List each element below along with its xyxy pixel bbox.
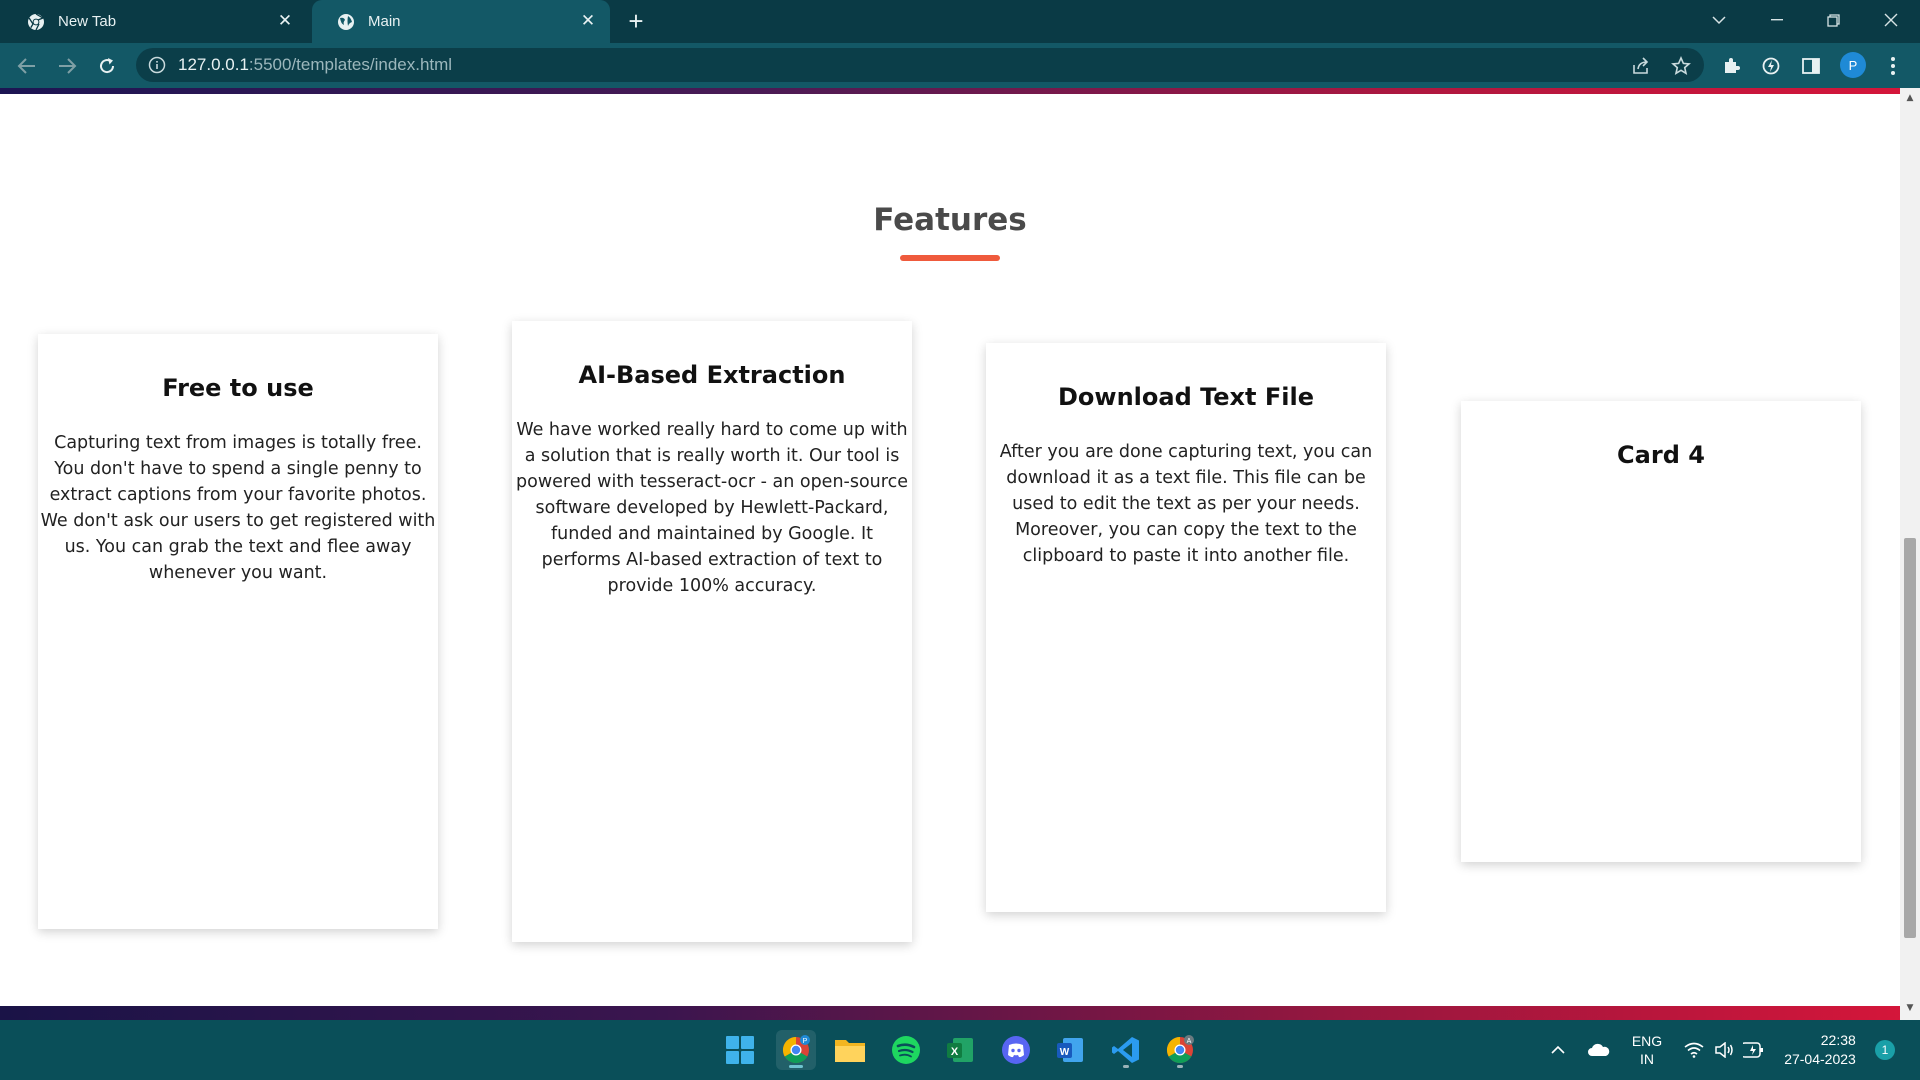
chrome-alt-profile-icon[interactable]: A	[1160, 1030, 1200, 1070]
show-hidden-icons-chevron-icon[interactable]	[1544, 1020, 1572, 1080]
clock-time: 22:38	[1820, 1032, 1856, 1048]
performance-icon[interactable]	[1758, 53, 1784, 79]
feature-card-1: Free to use Capturing text from images i…	[38, 334, 438, 929]
reload-icon[interactable]	[94, 53, 120, 79]
clock[interactable]: 22:38 27-04-2023	[1776, 1020, 1864, 1080]
card-text: After you are done capturing text, you c…	[999, 442, 1373, 566]
card-title: AI-Based Extraction	[578, 361, 846, 389]
card-title: Free to use	[162, 374, 314, 402]
feature-card-3: Download Text File After you are done ca…	[986, 343, 1386, 912]
more-menu-icon[interactable]	[1880, 53, 1906, 79]
site-info-icon[interactable]	[148, 56, 166, 74]
word-icon[interactable]: W	[1050, 1030, 1090, 1070]
chrome-icon	[26, 12, 46, 32]
share-icon[interactable]	[1630, 55, 1652, 77]
region-code: IN	[1640, 1051, 1654, 1067]
address-bar[interactable]: 127.0.0.1:5500/templates/index.html	[136, 48, 1704, 82]
svg-text:P: P	[803, 1038, 808, 1045]
windows-start-icon[interactable]	[720, 1030, 760, 1070]
clock-date: 27-04-2023	[1784, 1051, 1856, 1067]
feature-card-2: AI-Based Extraction We have worked reall…	[512, 321, 912, 942]
gradient-bar-bottom	[0, 1006, 1900, 1020]
browser-toolbar: 127.0.0.1:5500/templates/index.html P	[0, 43, 1920, 88]
tab-new-tab[interactable]: New Tab ✕	[2, 0, 307, 43]
battery-charging-icon[interactable]	[1740, 1020, 1768, 1080]
scroll-down-arrow-icon[interactable]: ▼	[1904, 1002, 1916, 1014]
page-scrollbar[interactable]: ▲ ▼	[1900, 88, 1920, 1020]
svg-text:W: W	[1060, 1047, 1070, 1058]
browser-tabstrip: New Tab ✕ Main ✕ +	[0, 0, 1920, 43]
running-app-indicator	[1177, 1065, 1183, 1068]
card-title: Card 4	[1617, 441, 1705, 469]
bookmark-star-icon[interactable]	[1670, 55, 1692, 77]
chrome-icon[interactable]: P	[776, 1030, 816, 1070]
windows-taskbar: P X W A ENG IN 22:38 27-04-2023	[0, 1020, 1920, 1080]
language-code: ENG	[1631, 1033, 1663, 1049]
feature-card-4: Card 4	[1461, 401, 1861, 862]
running-app-indicator	[1123, 1065, 1129, 1068]
vscode-icon[interactable]	[1106, 1030, 1146, 1070]
discord-icon[interactable]	[996, 1030, 1036, 1070]
notification-badge[interactable]: 1	[1875, 1040, 1895, 1060]
minimize-window-button[interactable]	[1752, 0, 1802, 40]
card-text: We have worked really hard to come up wi…	[516, 420, 908, 596]
excel-icon[interactable]: X	[940, 1030, 980, 1070]
card-text: Capturing text from images is totally fr…	[40, 433, 436, 583]
new-tab-button[interactable]: +	[622, 8, 650, 36]
close-window-button[interactable]	[1866, 0, 1916, 40]
url-host: 127.0.0.1	[178, 55, 249, 74]
spotify-icon[interactable]	[886, 1030, 926, 1070]
tab-title: Main	[368, 13, 401, 30]
svg-text:X: X	[951, 1046, 959, 1058]
extensions-puzzle-icon[interactable]	[1718, 53, 1744, 79]
profile-avatar[interactable]: P	[1840, 52, 1866, 78]
restore-window-button[interactable]	[1808, 0, 1858, 40]
wifi-icon[interactable]	[1680, 1020, 1708, 1080]
scrollbar-thumb[interactable]	[1904, 538, 1916, 938]
tab-search-chevron-icon[interactable]	[1694, 0, 1744, 40]
card-title: Download Text File	[1057, 383, 1314, 411]
gradient-bar-top	[0, 88, 1900, 94]
tab-title: New Tab	[58, 13, 117, 30]
language-indicator[interactable]: ENG IN	[1622, 1020, 1672, 1080]
active-app-indicator	[789, 1065, 803, 1068]
onedrive-cloud-icon[interactable]	[1584, 1020, 1614, 1080]
close-tab-icon[interactable]: ✕	[578, 11, 598, 31]
title-underline	[900, 255, 1000, 261]
section-title: Features	[873, 202, 1027, 238]
side-panel-icon[interactable]	[1798, 53, 1824, 79]
forward-arrow-icon[interactable]	[54, 53, 80, 79]
volume-icon[interactable]	[1710, 1020, 1738, 1080]
page-viewport: Features Free to use Capturing text from…	[0, 88, 1900, 1020]
tab-main[interactable]: Main ✕	[312, 0, 610, 43]
url-text[interactable]: 127.0.0.1:5500/templates/index.html	[178, 55, 452, 75]
scroll-up-arrow-icon[interactable]: ▲	[1904, 92, 1916, 104]
svg-text:A: A	[1187, 1038, 1192, 1045]
file-explorer-icon[interactable]	[830, 1030, 870, 1070]
url-path: :5500/templates/index.html	[248, 55, 453, 74]
close-tab-icon[interactable]: ✕	[275, 11, 295, 31]
globe-icon	[336, 12, 356, 32]
back-arrow-icon[interactable]	[14, 53, 40, 79]
